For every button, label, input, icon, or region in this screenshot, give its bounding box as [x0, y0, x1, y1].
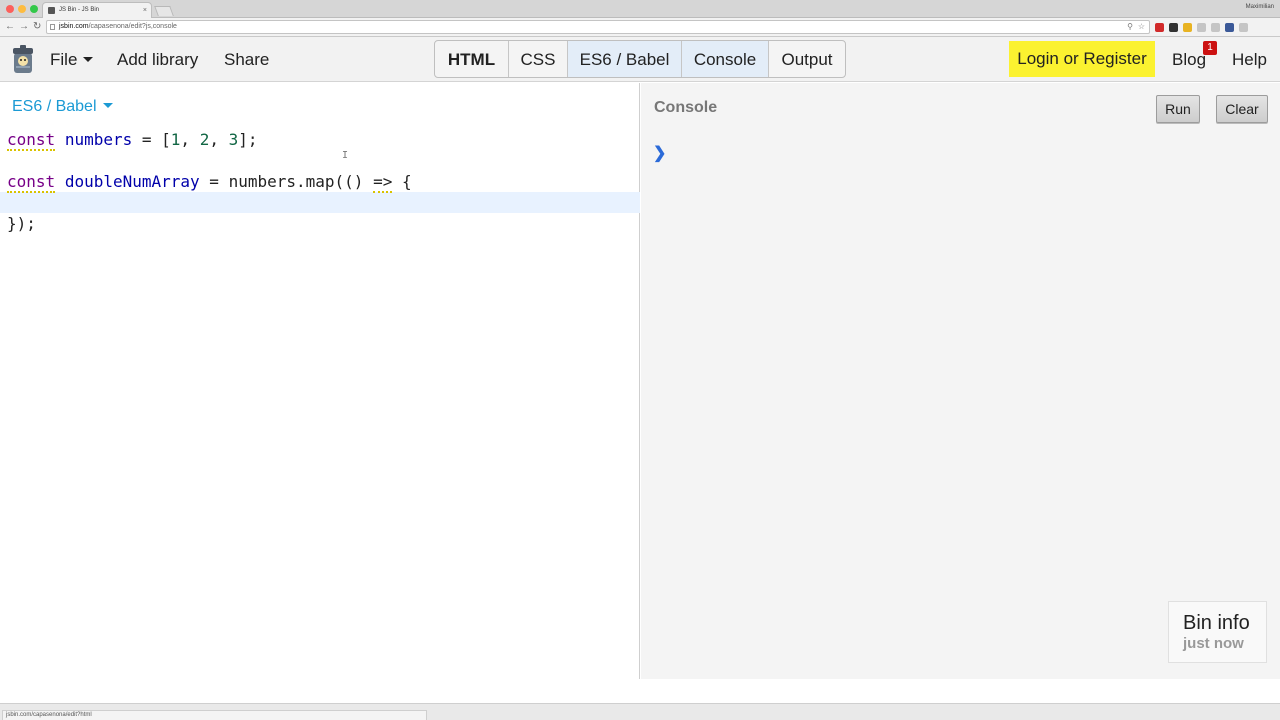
browser-extension-icon[interactable]	[1197, 22, 1206, 32]
editor-bottom-strip	[0, 679, 1280, 703]
code-variable: numbers	[64, 130, 133, 149]
browser-toolbar: ← → ↻ jsbin.com/capasenona/edit?js,conso…	[0, 18, 1280, 37]
panel-tab-css[interactable]: CSS	[509, 41, 568, 77]
code-line[interactable]: });	[7, 213, 36, 235]
code-number: 2	[199, 130, 210, 149]
browser-extension-icon[interactable]	[1169, 22, 1178, 32]
status-url: jsbin.com/capasenona/edit?html	[2, 710, 427, 720]
extension-icons	[1155, 21, 1248, 33]
panel-tab-es6-babel[interactable]: ES6 / Babel	[568, 41, 682, 77]
browser-profile-name[interactable]: Maximilian	[1246, 4, 1274, 10]
chevron-down-icon	[83, 57, 94, 62]
code-keyword: const	[7, 172, 56, 193]
run-button[interactable]: Run	[1156, 95, 1200, 123]
bin-info-time: just now	[1183, 635, 1244, 652]
share-button[interactable]: Share	[224, 50, 269, 70]
panel-tab-output[interactable]: Output	[769, 41, 845, 77]
code-punct: ,	[209, 130, 229, 149]
panel-tab-console[interactable]: Console	[682, 41, 769, 77]
console-panel[interactable]: Console Run Clear ❯	[641, 83, 1280, 679]
code-operator: = [	[132, 130, 171, 149]
blog-link[interactable]: Blog	[1172, 50, 1206, 70]
blog-notification-badge: 1	[1203, 41, 1217, 55]
reload-icon[interactable]: ↻	[33, 20, 41, 34]
code-punct: {	[392, 172, 412, 191]
browser-tab-strip: JS Bin - JS Bin × Maximilian	[0, 0, 1280, 18]
browser-status-bar: jsbin.com/capasenona/edit?html	[0, 703, 1280, 720]
browser-extension-icon[interactable]	[1183, 22, 1192, 32]
address-bar[interactable]: jsbin.com/capasenona/edit?js,console ⚲ ☆	[46, 20, 1150, 34]
js-editor-panel[interactable]: ES6 / Babel const numbers = [1, 2, 3]; c…	[0, 83, 640, 703]
clear-button[interactable]: Clear	[1216, 95, 1268, 123]
page-info-icon[interactable]	[50, 24, 55, 30]
browser-extension-icon[interactable]	[1239, 22, 1248, 32]
url-host: jsbin.com	[59, 23, 89, 30]
bin-info-title: Bin info	[1183, 612, 1250, 634]
console-prompt-icon[interactable]: ❯	[653, 143, 666, 163]
code-line[interactable]: const doubleNumArray = numbers.map(() =>…	[7, 171, 412, 193]
code-number: 3	[228, 130, 239, 149]
console-title: Console	[654, 99, 718, 116]
code-line[interactable]: const numbers = [1, 2, 3];	[7, 129, 258, 151]
code-expression: = numbers.map(()	[199, 172, 374, 191]
url-path: /capasenona/edit?js,console	[88, 23, 177, 30]
maximize-window-button[interactable]	[30, 5, 38, 13]
browser-extension-icon[interactable]	[1225, 22, 1234, 32]
help-link[interactable]: Help	[1232, 50, 1267, 70]
zoom-icon[interactable]: ⚲	[1127, 21, 1133, 33]
code-arrow: =>	[373, 172, 393, 193]
chevron-down-icon	[102, 103, 113, 108]
text-cursor-icon: I	[342, 150, 349, 161]
file-menu[interactable]: File	[50, 50, 94, 70]
code-punct: ,	[180, 130, 200, 149]
forward-arrow-icon[interactable]: →	[19, 20, 29, 34]
browser-extension-icon[interactable]	[1211, 22, 1220, 32]
code-variable: doubleNumArray	[64, 172, 200, 191]
code-punct: ];	[238, 130, 258, 149]
tab-close-icon[interactable]: ×	[143, 3, 147, 18]
add-library-button[interactable]: Add library	[117, 50, 198, 70]
panel-tab-html[interactable]: HTML	[435, 41, 509, 77]
browser-extension-icon[interactable]	[1155, 22, 1164, 32]
browser-tab-title: JS Bin - JS Bin	[59, 7, 100, 13]
back-arrow-icon[interactable]: ←	[5, 20, 15, 34]
active-line-highlight	[0, 192, 640, 213]
close-window-button[interactable]	[6, 5, 14, 13]
file-menu-label: File	[50, 50, 78, 69]
bin-info-box[interactable]: Bin info just now	[1168, 601, 1267, 663]
jsbin-toolbar: File Add library Share HTML CSS ES6 / Babe…	[0, 37, 1280, 82]
minimize-window-button[interactable]	[18, 5, 26, 13]
browser-tab[interactable]: JS Bin - JS Bin ×	[42, 2, 152, 18]
editor-language-label: ES6 / Babel	[12, 98, 97, 115]
code-number: 1	[170, 130, 181, 149]
code-keyword: const	[7, 130, 56, 151]
bookmark-star-icon[interactable]: ☆	[1138, 21, 1145, 33]
editor-language-dropdown[interactable]: ES6 / Babel	[12, 98, 113, 116]
jsbin-logo-icon[interactable]	[11, 44, 35, 74]
jsbin-favicon-icon	[48, 7, 55, 14]
login-register-button[interactable]: Login or Register	[1009, 41, 1155, 77]
panel-toggle-group: HTML CSS ES6 / Babel Console Output	[434, 40, 846, 78]
new-tab-button[interactable]	[154, 6, 174, 16]
